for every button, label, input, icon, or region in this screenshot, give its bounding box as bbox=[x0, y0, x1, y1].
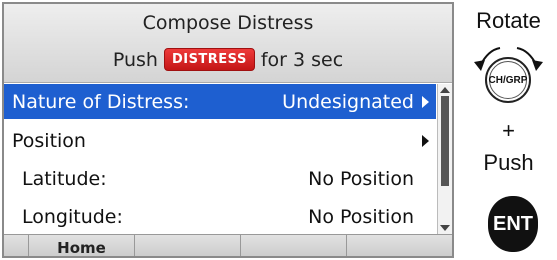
instruction-prefix: Push bbox=[112, 48, 158, 71]
radio-lcd-screen: Compose Distress Push DISTRESS for 3 sec… bbox=[2, 2, 454, 258]
softkey-home[interactable]: Home bbox=[29, 235, 135, 256]
chevron-right-icon bbox=[422, 95, 429, 108]
menu-item-nature-of-distress[interactable]: Nature of Distress: Undesignated bbox=[4, 84, 436, 119]
softkey-5[interactable] bbox=[347, 235, 452, 256]
menu-item-latitude: Latitude: No Position bbox=[4, 160, 436, 198]
menu-item-value: Undesignated bbox=[282, 90, 414, 113]
softkey-1[interactable] bbox=[4, 235, 29, 256]
menu-item-value: No Position bbox=[308, 206, 414, 228]
plus-sign: + bbox=[502, 118, 515, 143]
rotate-label: Rotate bbox=[476, 8, 541, 33]
menu-item-label: Latitude: bbox=[22, 168, 107, 190]
softkey-bar: Home bbox=[4, 234, 452, 256]
distress-menu-list: Nature of Distress: Undesignated Positio… bbox=[4, 84, 436, 236]
menu-item-label: Longitude: bbox=[22, 206, 123, 228]
scroll-down-icon bbox=[440, 225, 450, 231]
instruction-suffix: for 3 sec bbox=[260, 48, 344, 71]
menu-scrollbar[interactable] bbox=[437, 84, 452, 234]
chevron-right-icon bbox=[422, 135, 429, 147]
scroll-up-icon bbox=[440, 87, 450, 93]
ch-grp-knob-icon: CH/GRP bbox=[485, 57, 531, 103]
distress-instruction: Push DISTRESS for 3 sec bbox=[4, 48, 452, 71]
ent-key-icon: ENT bbox=[488, 196, 538, 252]
distress-key-badge: DISTRESS bbox=[163, 48, 255, 71]
push-label: Push bbox=[483, 150, 534, 175]
softkey-3[interactable] bbox=[135, 235, 241, 256]
menu-item-value: No Position bbox=[308, 168, 414, 190]
menu-item-position[interactable]: Position bbox=[4, 122, 436, 160]
screen-title: Compose Distress bbox=[142, 12, 314, 34]
menu-item-label: Nature of Distress: bbox=[12, 90, 190, 113]
knob-label: CH/GRP bbox=[489, 61, 527, 99]
menu-item-label: Position bbox=[12, 130, 86, 152]
screen-header: Compose Distress Push DISTRESS for 3 sec bbox=[4, 4, 452, 83]
menu-item-longitude: Longitude: No Position bbox=[4, 198, 436, 236]
softkey-4[interactable] bbox=[241, 235, 347, 256]
operation-guide-panel: Rotate CH/GRP + Push ENT bbox=[460, 0, 557, 260]
scrollbar-thumb[interactable] bbox=[441, 96, 449, 186]
